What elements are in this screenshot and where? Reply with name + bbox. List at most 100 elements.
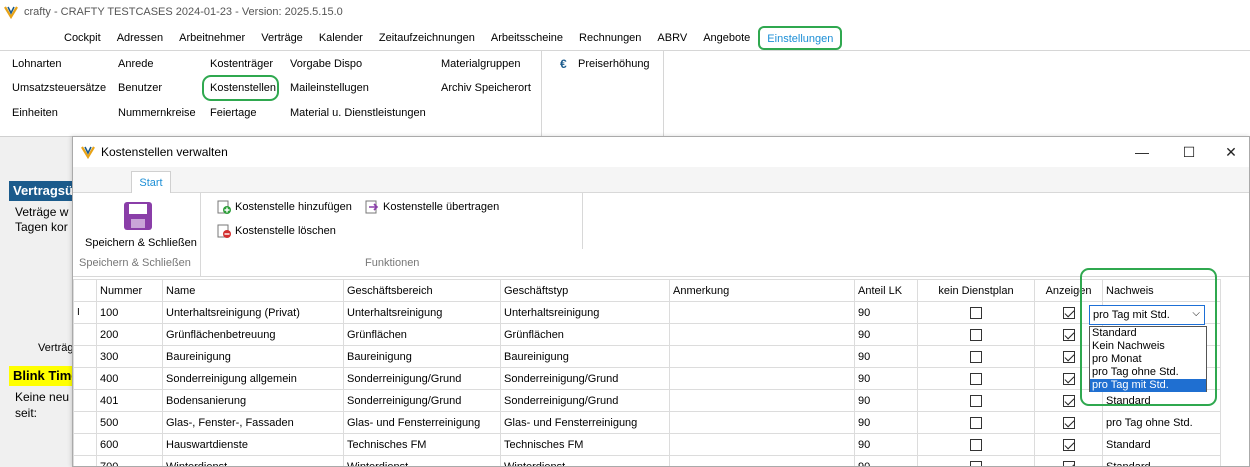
cell-nummer[interactable]: 600 bbox=[96, 433, 163, 456]
anzeigen-checkbox[interactable] bbox=[1062, 438, 1075, 451]
cell-nummer[interactable]: 100 bbox=[96, 301, 163, 324]
table-row[interactable]: 500 Glas-, Fenster-, Fassaden Glas- und Fe… bbox=[73, 411, 1221, 434]
row-indicator[interactable] bbox=[73, 323, 97, 346]
maximize-icon[interactable]: ☐ bbox=[1178, 141, 1200, 163]
cell-anmerkung[interactable] bbox=[669, 345, 855, 368]
ribbon-nummernkreise[interactable]: Nummernkreise bbox=[118, 107, 196, 119]
kein-dienstplan-checkbox[interactable] bbox=[970, 328, 982, 341]
cell-nummer[interactable]: 300 bbox=[96, 345, 163, 368]
cell-anteil-lk[interactable]: 90 bbox=[854, 411, 918, 434]
tab-adressen[interactable]: Adressen bbox=[109, 26, 171, 50]
cell-geschaeftstyp[interactable]: Unterhaltsreinigung bbox=[500, 301, 670, 324]
kein-dienstplan-checkbox[interactable] bbox=[970, 306, 982, 319]
table-row[interactable]: 400 Sonderreinigung allgemein Sonderreinig… bbox=[73, 367, 1221, 390]
col-header-name[interactable]: Name bbox=[162, 279, 344, 302]
table-row[interactable]: 700 Winterdienst Winterdienst Winterdienst 9… bbox=[73, 455, 1221, 466]
cell-kein-dienstplan[interactable] bbox=[917, 433, 1035, 456]
cell-name[interactable]: Grünflächenbetreuung bbox=[162, 323, 344, 346]
cell-name[interactable]: Bodensanierung bbox=[162, 389, 344, 412]
tab-angebote[interactable]: Angebote bbox=[695, 26, 758, 50]
ribbon-preiserhoehung[interactable]: Preiserhöhung bbox=[578, 58, 650, 70]
cell-anmerkung[interactable] bbox=[669, 323, 855, 346]
tab-zeitaufzeichnungen[interactable]: Zeitaufzeichnungen bbox=[371, 26, 483, 50]
ribbon-lohnarten[interactable]: Lohnarten bbox=[12, 58, 62, 70]
table-row[interactable]: I 100 Unterhaltsreinigung (Privat) Unterhal… bbox=[73, 301, 1221, 324]
cell-geschaeftstyp[interactable]: Technisches FM bbox=[500, 433, 670, 456]
cell-anteil-lk[interactable]: 90 bbox=[854, 367, 918, 390]
col-header-geschaeftstyp[interactable]: Geschäftstyp bbox=[500, 279, 670, 302]
transfer-kostenstelle-button[interactable]: Kostenstelle übertragen bbox=[365, 200, 499, 214]
cell-kein-dienstplan[interactable] bbox=[917, 323, 1035, 346]
cell-anteil-lk[interactable]: 90 bbox=[854, 433, 918, 456]
cell-geschaeftsbereich[interactable]: Technisches FM bbox=[343, 433, 501, 456]
ribbon-benutzer[interactable]: Benutzer bbox=[118, 82, 162, 94]
cell-anteil-lk[interactable]: 90 bbox=[854, 455, 918, 466]
col-header-geschaeftsbereich[interactable]: Geschäftsbereich bbox=[343, 279, 501, 302]
cell-anmerkung[interactable] bbox=[669, 455, 855, 466]
cell-kein-dienstplan[interactable] bbox=[917, 455, 1035, 466]
add-kostenstelle-button[interactable]: Kostenstelle hinzufügen bbox=[217, 200, 352, 214]
save-close-button[interactable]: Speichern & Schließen bbox=[83, 199, 197, 249]
cell-geschaeftsbereich[interactable]: Sonderreinigung/Grund bbox=[343, 389, 501, 412]
ribbon-maileinstellungen[interactable]: Maileinstellugen bbox=[290, 82, 369, 94]
table-row[interactable]: 200 Grünflächenbetreuung Grünflächen Grünfl… bbox=[73, 323, 1221, 346]
table-row[interactable]: 401 Bodensanierung Sonderreinigung/Grund So… bbox=[73, 389, 1221, 412]
delete-kostenstelle-button[interactable]: Kostenstelle löschen bbox=[217, 224, 336, 238]
tab-arbeitnehmer[interactable]: Arbeitnehmer bbox=[171, 26, 253, 50]
anzeigen-checkbox[interactable] bbox=[1062, 328, 1075, 341]
cell-geschaeftstyp[interactable]: Baureinigung bbox=[500, 345, 670, 368]
cell-anzeigen[interactable] bbox=[1034, 433, 1103, 456]
cell-anteil-lk[interactable]: 90 bbox=[854, 323, 918, 346]
cell-geschaeftsbereich[interactable]: Unterhaltsreinigung bbox=[343, 301, 501, 324]
ribbon-materialgruppen[interactable]: Materialgruppen bbox=[441, 58, 521, 70]
tab-rechnungen[interactable]: Rechnungen bbox=[571, 26, 649, 50]
cell-nachweis[interactable]: pro Tag ohne Std. bbox=[1102, 411, 1221, 434]
row-indicator[interactable]: I bbox=[73, 301, 97, 324]
cell-geschaeftsbereich[interactable]: Glas- und Fensterreinigung bbox=[343, 411, 501, 434]
cell-geschaeftsbereich[interactable]: Grünflächen bbox=[343, 323, 501, 346]
tab-arbeitsscheine[interactable]: Arbeitsscheine bbox=[483, 26, 571, 50]
cell-nummer[interactable]: 700 bbox=[96, 455, 163, 466]
cell-anzeigen[interactable] bbox=[1034, 455, 1103, 466]
cell-nummer[interactable]: 401 bbox=[96, 389, 163, 412]
anzeigen-checkbox[interactable] bbox=[1062, 394, 1075, 407]
cell-anmerkung[interactable] bbox=[669, 433, 855, 456]
ribbon-anrede[interactable]: Anrede bbox=[118, 58, 153, 70]
cell-anteil-lk[interactable]: 90 bbox=[854, 389, 918, 412]
tab-cockpit[interactable]: Cockpit bbox=[56, 26, 109, 50]
ribbon-material-dienstleistungen[interactable]: Material u. Dienstleistungen bbox=[290, 107, 426, 119]
ribbon-archiv-speicherort[interactable]: Archiv Speicherort bbox=[441, 82, 531, 94]
cell-geschaeftsbereich[interactable]: Winterdienst bbox=[343, 455, 501, 466]
kein-dienstplan-checkbox[interactable] bbox=[970, 350, 982, 363]
ribbon-feiertage[interactable]: Feiertage bbox=[210, 107, 256, 119]
cell-nachweis[interactable]: Standard bbox=[1102, 455, 1221, 466]
anzeigen-checkbox[interactable] bbox=[1062, 416, 1075, 429]
anzeigen-checkbox[interactable] bbox=[1062, 306, 1075, 319]
kein-dienstplan-checkbox[interactable] bbox=[970, 460, 982, 466]
cell-nachweis[interactable]: Standard bbox=[1102, 433, 1221, 456]
ribbon-vorgabe-dispo[interactable]: Vorgabe Dispo bbox=[290, 58, 362, 70]
ribbon-einheiten[interactable]: Einheiten bbox=[12, 107, 58, 119]
cell-nummer[interactable]: 500 bbox=[96, 411, 163, 434]
cell-nummer[interactable]: 400 bbox=[96, 367, 163, 390]
ribbon-kostentraeger[interactable]: Kostenträger bbox=[210, 58, 273, 70]
tab-kalender[interactable]: Kalender bbox=[311, 26, 371, 50]
cell-anzeigen[interactable] bbox=[1034, 411, 1103, 434]
cell-name[interactable]: Sonderreinigung allgemein bbox=[162, 367, 344, 390]
row-indicator[interactable] bbox=[73, 433, 97, 456]
kein-dienstplan-checkbox[interactable] bbox=[970, 416, 982, 429]
tab-abrv[interactable]: ABRV bbox=[649, 26, 695, 50]
ribbon-umsatzsteuersaetze[interactable]: Umsatzsteuersätze bbox=[12, 82, 106, 94]
col-header-anmerkung[interactable]: Anmerkung bbox=[669, 279, 855, 302]
row-indicator[interactable] bbox=[73, 389, 97, 412]
cell-geschaeftstyp[interactable]: Winterdienst bbox=[500, 455, 670, 466]
row-indicator[interactable] bbox=[73, 367, 97, 390]
minimize-icon[interactable]: — bbox=[1131, 141, 1153, 163]
cell-name[interactable]: Unterhaltsreinigung (Privat) bbox=[162, 301, 344, 324]
cell-name[interactable]: Baureinigung bbox=[162, 345, 344, 368]
cell-kein-dienstplan[interactable] bbox=[917, 411, 1035, 434]
close-icon[interactable]: ✕ bbox=[1220, 141, 1242, 163]
table-row[interactable]: 300 Baureinigung Baureinigung Baureinigung 9… bbox=[73, 345, 1221, 368]
cell-anmerkung[interactable] bbox=[669, 411, 855, 434]
cell-geschaeftsbereich[interactable]: Baureinigung bbox=[343, 345, 501, 368]
